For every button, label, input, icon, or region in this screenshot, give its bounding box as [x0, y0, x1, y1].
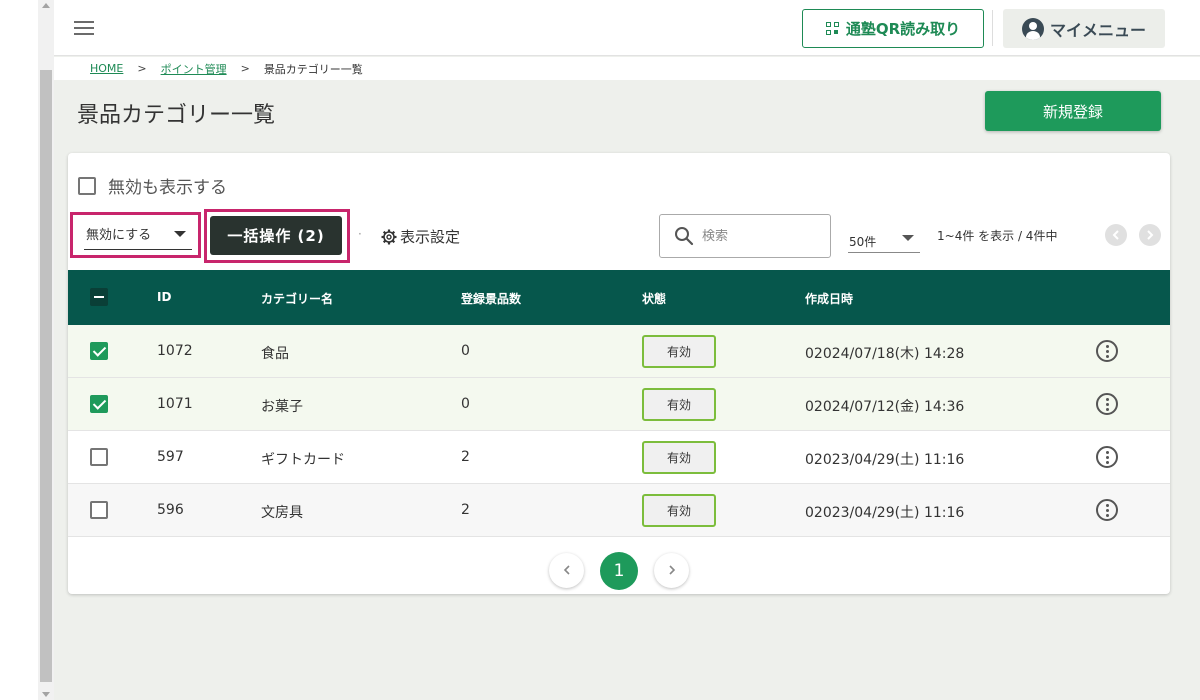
toolbar-dot-separator: · [358, 227, 362, 241]
more-options-icon[interactable] [1096, 446, 1118, 468]
row-checkbox[interactable] [90, 448, 108, 466]
scroll-down-icon[interactable] [42, 692, 50, 697]
chevron-right-icon [669, 565, 676, 575]
row-created-at: 02024/07/12(金) 14:36 [805, 399, 965, 415]
show-inactive-checkbox[interactable] [78, 176, 96, 195]
left-margin [0, 0, 38, 700]
row-registered-count: 2 [461, 502, 470, 518]
per-page-value: 50件 [849, 235, 877, 249]
status-badge: 有効 [642, 335, 716, 368]
status-badge: 有効 [642, 388, 716, 421]
header-id[interactable]: ID [157, 290, 171, 304]
show-inactive-toggle[interactable]: 無効も表示する [78, 173, 227, 198]
chevron-left-icon [563, 565, 570, 575]
breadcrumb: HOME > ポイント管理 > 景品カテゴリー一覧 [54, 57, 1200, 80]
breadcrumb-points-link[interactable]: ポイント管理 [161, 61, 227, 77]
qr-scan-button[interactable]: 通塾QR読み取り [802, 9, 984, 48]
table-row[interactable]: 597 ギフトカード 2 有効 02023/04/29(土) 11:16 [68, 431, 1170, 484]
breadcrumb-separator: > [137, 62, 147, 75]
select-all-checkbox[interactable] [90, 288, 108, 306]
header-category-name[interactable]: カテゴリー名 [261, 290, 333, 307]
dropdown-caret-icon [174, 231, 186, 237]
qr-scan-label: 通塾QR読み取り [845, 20, 961, 38]
row-category-name: 食品 [261, 346, 289, 362]
new-register-button[interactable]: 新規登録 [985, 91, 1161, 131]
row-created-at: 02023/04/29(土) 11:16 [805, 505, 965, 521]
header-divider [992, 10, 993, 46]
my-menu-button[interactable]: マイメニュー [1003, 9, 1165, 48]
row-category-name: ギフトカード [261, 452, 345, 468]
result-range-text: 1~4件 を表示 / 4件中 [937, 229, 1058, 243]
next-page-icon[interactable] [1139, 224, 1161, 246]
bulk-operation-button[interactable]: 一括操作 (2) [210, 216, 342, 255]
bulk-action-value: 無効にする [86, 228, 152, 243]
row-category-name: お菓子 [261, 399, 303, 415]
row-created-at: 02024/07/18(木) 14:28 [805, 346, 965, 362]
row-created-at: 02023/04/29(土) 11:16 [805, 452, 965, 468]
row-id: 1071 [157, 396, 193, 412]
search-field[interactable] [659, 214, 831, 258]
status-badge: 有効 [642, 441, 716, 474]
qr-code-icon [825, 21, 840, 36]
table-header: ID カテゴリー名 登録景品数 状態 作成日時 [68, 270, 1170, 325]
more-options-icon[interactable] [1096, 499, 1118, 521]
hamburger-menu-icon[interactable] [74, 18, 96, 38]
table-row[interactable]: 596 文房具 2 有効 02023/04/29(土) 11:16 [68, 484, 1170, 537]
row-checkbox[interactable] [90, 342, 108, 360]
prev-page-icon[interactable] [1105, 224, 1127, 246]
pager-page-button[interactable]: 1 [600, 552, 638, 590]
row-id: 596 [157, 502, 184, 518]
gear-icon [381, 229, 397, 244]
search-input[interactable] [702, 228, 812, 244]
search-icon [675, 227, 694, 246]
per-page-select[interactable]: 50件 [848, 226, 920, 253]
scroll-thumb[interactable] [40, 70, 52, 682]
breadcrumb-home-link[interactable]: HOME [90, 62, 123, 75]
row-registered-count: 0 [461, 343, 470, 359]
status-badge: 有効 [642, 494, 716, 527]
pager-next-button[interactable] [654, 553, 689, 588]
scroll-up-icon[interactable] [42, 3, 50, 8]
more-options-icon[interactable] [1096, 340, 1118, 362]
row-id: 1072 [157, 343, 193, 359]
display-settings-label: 表示設定 [400, 228, 461, 246]
row-registered-count: 0 [461, 396, 470, 412]
app-main: 通塾QR読み取り マイメニュー HOME > ポイント管理 > 景品カテゴリー一… [54, 0, 1200, 700]
row-id: 597 [157, 449, 184, 465]
breadcrumb-separator: > [240, 62, 250, 75]
display-settings-button[interactable]: 表示設定 [381, 226, 460, 247]
category-table: ID カテゴリー名 登録景品数 状態 作成日時 1072 食品 0 有効 020… [68, 270, 1170, 537]
row-checkbox[interactable] [90, 395, 108, 413]
bulk-action-select[interactable]: 無効にする [84, 222, 192, 250]
account-circle-icon [1021, 17, 1044, 40]
page-scrollbar[interactable] [38, 0, 54, 700]
row-checkbox[interactable] [90, 501, 108, 519]
top-header: 通塾QR読み取り マイメニュー [54, 0, 1200, 56]
dropdown-caret-icon [902, 235, 914, 241]
page-title: 景品カテゴリー一覧 [77, 103, 276, 128]
show-inactive-label: 無効も表示する [108, 178, 227, 198]
more-options-icon[interactable] [1096, 393, 1118, 415]
table-row[interactable]: 1071 お菓子 0 有効 02024/07/12(金) 14:36 [68, 378, 1170, 431]
header-registered-count[interactable]: 登録景品数 [461, 290, 521, 307]
pager-prev-button[interactable] [549, 553, 584, 588]
header-status[interactable]: 状態 [642, 290, 666, 307]
table-row[interactable]: 1072 食品 0 有効 02024/07/18(木) 14:28 [68, 325, 1170, 378]
breadcrumb-current: 景品カテゴリー一覧 [263, 62, 363, 76]
row-registered-count: 2 [461, 449, 470, 465]
row-category-name: 文房具 [261, 505, 303, 521]
list-card: 無効も表示する 無効にする 一括操作 (2) · 表示設定 検索 50件 1~4… [68, 153, 1170, 594]
header-created-at[interactable]: 作成日時 [805, 290, 853, 307]
my-menu-label: マイメニュー [1049, 20, 1146, 40]
